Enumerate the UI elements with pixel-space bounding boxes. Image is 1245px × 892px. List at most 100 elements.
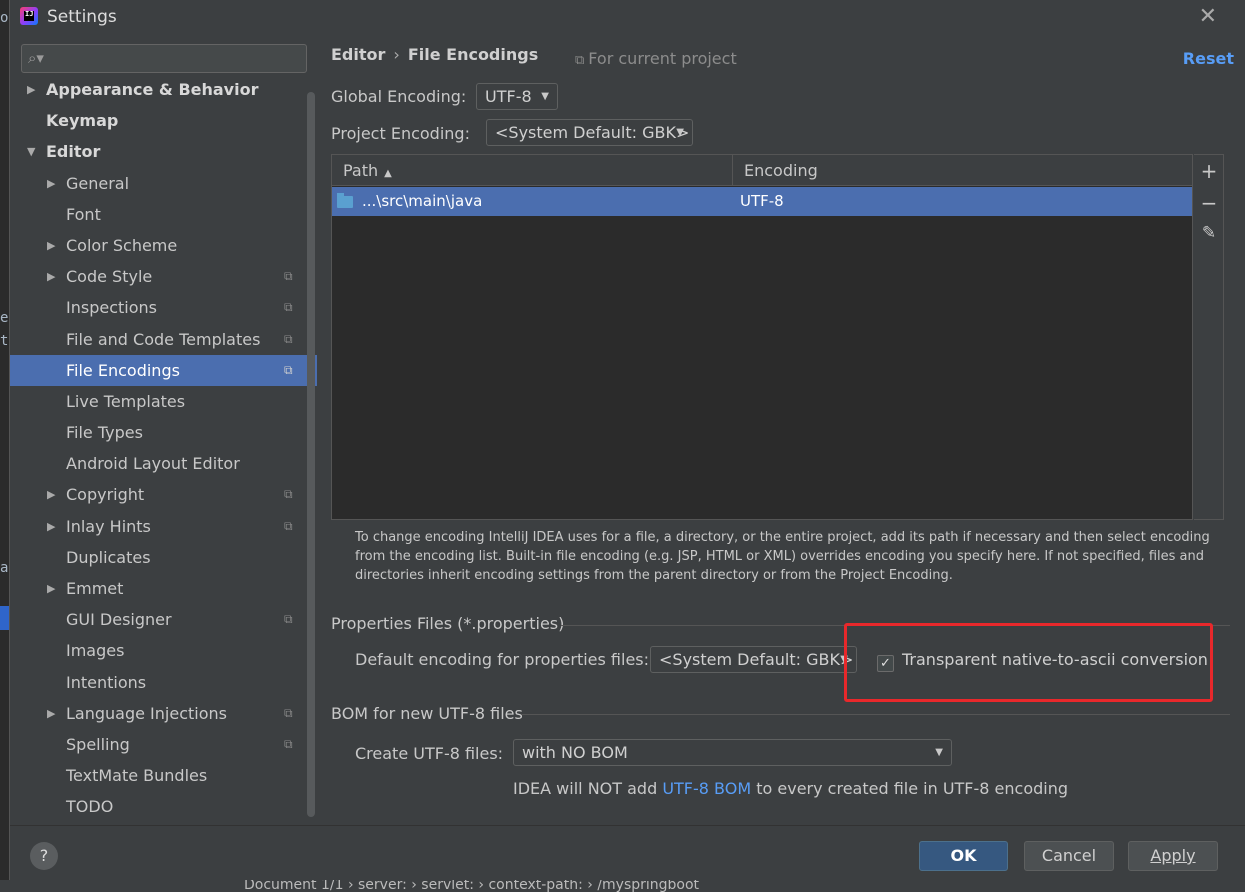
sidebar-item-general[interactable]: ▶ General xyxy=(10,168,317,199)
sidebar-item-spelling[interactable]: Spelling ⧉ xyxy=(10,729,317,760)
cancel-button[interactable]: Cancel xyxy=(1024,841,1114,871)
chevron-right-icon[interactable]: ▶ xyxy=(47,573,55,604)
ok-button[interactable]: OK xyxy=(919,841,1008,871)
sidebar-item-color-scheme[interactable]: ▶ Color Scheme xyxy=(10,230,317,261)
chevron-down-icon: ▼ xyxy=(676,127,684,138)
sidebar-item-label: Android Layout Editor xyxy=(66,454,240,474)
sidebar-item-label: Editor xyxy=(46,142,101,162)
bom-note-suffix: to every created file in UTF-8 encoding xyxy=(751,779,1069,798)
breadcrumb-editor: Editor xyxy=(331,45,386,64)
highlight-annotation xyxy=(844,623,1213,702)
project-scope-icon: ⧉ xyxy=(284,487,293,502)
sidebar-item-intentions[interactable]: Intentions xyxy=(10,667,317,698)
sidebar-item-font[interactable]: Font xyxy=(10,199,317,230)
sidebar-item-images[interactable]: Images xyxy=(10,635,317,666)
sidebar-item-label: Spelling xyxy=(66,734,130,754)
sidebar-item-language-injections[interactable]: ▶ Language Injections ⧉ xyxy=(10,698,317,729)
edit-icon[interactable]: ✎ xyxy=(1194,223,1224,243)
properties-encoding-label: Default encoding for properties files: xyxy=(355,650,650,669)
apply-button[interactable]: Apply xyxy=(1128,841,1218,871)
table-toolbar: + − ✎ xyxy=(1194,154,1224,520)
column-header-path[interactable]: Path ▲ xyxy=(343,155,731,186)
close-icon[interactable]: ✕ xyxy=(1199,4,1217,29)
settings-tree: ▶ Appearance & Behavior Keymap ▼ Editor ▶ Gene… xyxy=(10,74,317,823)
sidebar-item-live-templates[interactable]: Live Templates xyxy=(10,386,317,417)
sidebar-item-inspections[interactable]: Inspections ⧉ xyxy=(10,292,317,323)
sidebar-item-label: TextMate Bundles xyxy=(66,766,208,786)
chevron-right-icon[interactable]: ▶ xyxy=(27,74,35,105)
sidebar-item-inlay-hints[interactable]: ▶ Inlay Hints ⧉ xyxy=(10,511,317,542)
add-icon[interactable]: + xyxy=(1194,159,1224,183)
sidebar-item-label: GUI Designer xyxy=(66,610,172,630)
row-path: ...\src\main\java xyxy=(362,192,483,210)
sidebar-item-todo[interactable]: TODO xyxy=(10,791,317,822)
project-scope-icon: ⧉ xyxy=(284,612,293,627)
utf8-bom-link[interactable]: UTF-8 BOM xyxy=(662,779,751,798)
settings-dialog: IJ Settings ✕ ⌕▾ ▶ Appearance & Behavior K… xyxy=(9,0,1245,880)
project-scope-icon: ⧉ xyxy=(284,269,293,284)
chevron-right-icon[interactable]: ▶ xyxy=(47,511,55,542)
remove-icon[interactable]: − xyxy=(1194,191,1224,215)
project-scope-icon: ⧉ xyxy=(284,705,293,720)
sidebar-item-copyright[interactable]: ▶ Copyright ⧉ xyxy=(10,479,317,510)
column-header-encoding-label: Encoding xyxy=(744,161,818,180)
scope-indicator: ⧉ For current project xyxy=(575,49,737,68)
sidebar-item-label: Keymap xyxy=(46,111,119,131)
sidebar-item-gui-designer[interactable]: GUI Designer ⧉ xyxy=(10,604,317,635)
sidebar-item-appearance-behavior[interactable]: ▶ Appearance & Behavior xyxy=(10,74,317,105)
sort-ascending-icon: ▲ xyxy=(384,168,392,179)
sidebar-item-file-encodings[interactable]: File Encodings ⧉ xyxy=(10,354,317,386)
settings-search[interactable]: ⌕▾ xyxy=(21,44,307,73)
window-title: Settings xyxy=(47,7,117,27)
global-encoding-select[interactable]: UTF-8 ▼ xyxy=(476,83,558,110)
settings-sidebar: ⌕▾ ▶ Appearance & Behavior Keymap ▼ Editor ▶ G… xyxy=(10,36,317,825)
properties-encoding-select[interactable]: <System Default: GBK> ▼ xyxy=(650,646,857,673)
sidebar-item-android-layout-editor[interactable]: Android Layout Editor xyxy=(10,448,317,479)
project-scope-icon: ⧉ xyxy=(284,518,293,533)
encoding-help-text: To change encoding IntelliJ IDEA uses fo… xyxy=(355,530,1210,583)
sidebar-item-label: File and Code Templates xyxy=(66,329,261,349)
breadcrumb-status: Document 1/1 › server: › servlet: › cont… xyxy=(244,880,700,892)
sidebar-item-emmet[interactable]: ▶ Emmet xyxy=(10,573,317,604)
table-header: Path ▲ Encoding xyxy=(332,155,1192,186)
ide-status-strip: Document 1/1 › server: › servlet: › cont… xyxy=(0,880,1245,892)
row-encoding[interactable]: UTF-8 xyxy=(740,187,784,216)
sidebar-item-file-and-code-templates[interactable]: File and Code Templates ⧉ xyxy=(10,324,317,355)
sidebar-item-file-types[interactable]: File Types xyxy=(10,417,317,448)
sidebar-item-label: Font xyxy=(66,204,101,224)
file-encodings-panel: Editor › File Encodings ⧉ For current proje… xyxy=(317,36,1245,825)
backdrop-text: e xyxy=(0,310,9,326)
project-scope-icon: ⧉ xyxy=(284,736,293,751)
bom-section-title: BOM for new UTF-8 files xyxy=(331,704,523,723)
reset-link[interactable]: Reset xyxy=(1183,49,1234,68)
chevron-down-icon[interactable]: ▼ xyxy=(27,136,35,167)
sidebar-item-editor[interactable]: ▼ Editor xyxy=(10,136,317,167)
column-header-encoding[interactable]: Encoding xyxy=(732,155,1192,186)
sidebar-item-textmate-bundles[interactable]: TextMate Bundles xyxy=(10,760,317,791)
chevron-right-icon[interactable]: ▶ xyxy=(47,168,55,199)
chevron-down-icon: ▼ xyxy=(935,747,943,758)
search-input[interactable] xyxy=(52,47,297,69)
project-scope-icon: ⧉ xyxy=(284,331,293,346)
chevron-right-icon[interactable]: ▶ xyxy=(47,230,55,261)
chevron-down-icon: ▼ xyxy=(541,91,549,102)
breadcrumb-file-encodings: File Encodings xyxy=(407,45,539,64)
sidebar-item-label: Inspections xyxy=(66,298,157,318)
sidebar-item-keymap[interactable]: Keymap xyxy=(10,105,317,136)
sidebar-item-code-style[interactable]: ▶ Code Style ⧉ xyxy=(10,261,317,292)
sidebar-scrollbar[interactable] xyxy=(307,92,315,817)
help-button[interactable]: ? xyxy=(30,842,58,870)
project-encoding-select[interactable]: <System Default: GBK> ▼ xyxy=(486,119,693,146)
project-scope-icon: ⧉ xyxy=(284,362,293,377)
bom-select[interactable]: with NO BOM ▼ xyxy=(513,739,952,766)
chevron-right-icon[interactable]: ▶ xyxy=(47,261,55,292)
sidebar-item-label: Language Injections xyxy=(66,703,227,723)
chevron-right-icon[interactable]: ▶ xyxy=(47,479,55,510)
sidebar-item-label: General xyxy=(66,173,130,193)
folder-icon xyxy=(337,193,353,208)
chevron-right-icon[interactable]: ▶ xyxy=(47,698,55,729)
sidebar-item-label: TODO xyxy=(66,797,114,817)
table-row[interactable]: ...\src\main\java UTF-8 xyxy=(332,187,1192,216)
sidebar-item-label: File Encodings xyxy=(66,360,180,380)
sidebar-item-duplicates[interactable]: Duplicates xyxy=(10,542,317,573)
